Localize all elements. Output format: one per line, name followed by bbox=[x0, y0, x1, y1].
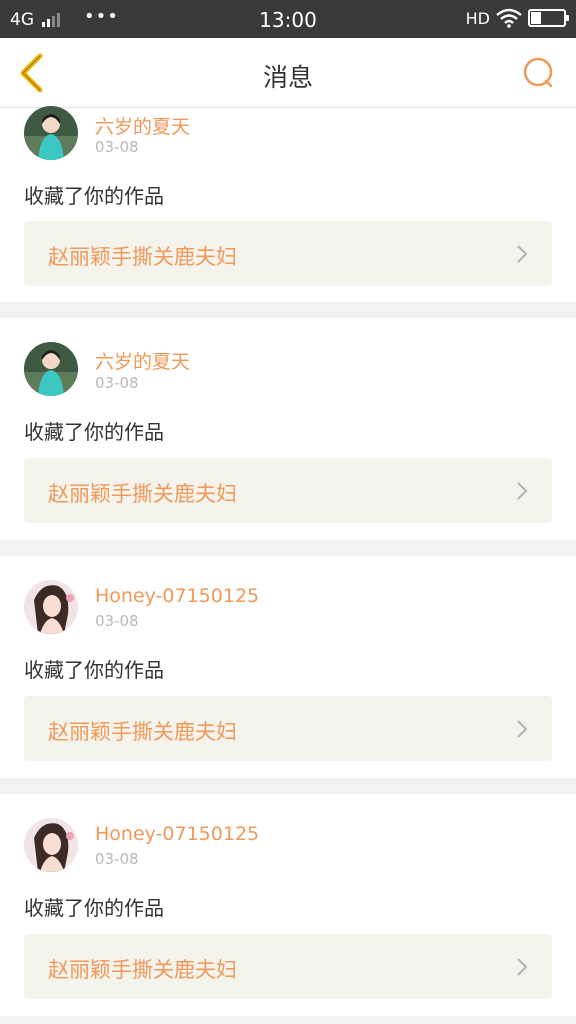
message-date: 03-08 bbox=[95, 138, 139, 156]
page-title: 消息 bbox=[262, 63, 313, 92]
message-action: 收藏了你的作品 bbox=[24, 896, 164, 920]
avatar[interactable] bbox=[24, 106, 78, 160]
message-date: 03-08 bbox=[95, 850, 139, 868]
chevron-right-icon bbox=[517, 958, 528, 976]
message-action: 收藏了你的作品 bbox=[24, 658, 164, 682]
work-title: 赵丽颖手撕关鹿夫妇 bbox=[48, 958, 237, 982]
work-title: 赵丽颖手撕关鹿夫妇 bbox=[48, 720, 237, 744]
username[interactable]: 六岁的夏天 bbox=[95, 347, 190, 374]
work-link[interactable]: 赵丽颖手撕关鹿夫妇 bbox=[24, 458, 552, 523]
avatar[interactable] bbox=[24, 580, 78, 634]
separator bbox=[0, 302, 576, 318]
header: 消息 bbox=[0, 38, 576, 108]
message-action: 收藏了你的作品 bbox=[24, 420, 164, 444]
work-link[interactable]: 赵丽颖手撕关鹿夫妇 bbox=[24, 696, 552, 761]
wifi-icon bbox=[496, 8, 522, 28]
username[interactable]: Honey-07150125 bbox=[95, 823, 259, 845]
username[interactable]: 六岁的夏天 bbox=[95, 112, 190, 139]
status-right: HD bbox=[465, 8, 569, 28]
separator bbox=[0, 778, 576, 794]
chevron-right-icon bbox=[517, 720, 528, 738]
work-link[interactable]: 赵丽颖手撕关鹿夫妇 bbox=[24, 934, 552, 999]
chevron-right-icon bbox=[517, 482, 528, 500]
avatar[interactable] bbox=[24, 342, 78, 396]
message-card: 六岁的夏天 03-08 收藏了你的作品 赵丽颖手撕关鹿夫妇 bbox=[0, 106, 576, 302]
avatar[interactable] bbox=[24, 818, 78, 872]
message-list: 六岁的夏天 03-08 收藏了你的作品 赵丽颖手撕关鹿夫妇 六岁的夏天 03-0… bbox=[0, 106, 576, 1016]
separator bbox=[0, 540, 576, 556]
message-date: 03-08 bbox=[95, 374, 139, 392]
work-title: 赵丽颖手撕关鹿夫妇 bbox=[48, 245, 237, 269]
work-link[interactable]: 赵丽颖手撕关鹿夫妇 bbox=[24, 221, 552, 286]
chevron-right-icon bbox=[517, 245, 528, 263]
battery-icon bbox=[528, 9, 569, 27]
message-card: Honey-07150125 03-08 收藏了你的作品 赵丽颖手撕关鹿夫妇 bbox=[0, 794, 576, 1016]
message-card: 六岁的夏天 03-08 收藏了你的作品 赵丽颖手撕关鹿夫妇 bbox=[0, 318, 576, 540]
message-date: 03-08 bbox=[95, 612, 139, 630]
hd-label: HD bbox=[465, 8, 490, 28]
search-button[interactable] bbox=[522, 56, 556, 90]
work-title: 赵丽颖手撕关鹿夫妇 bbox=[48, 482, 237, 506]
username[interactable]: Honey-07150125 bbox=[95, 585, 259, 607]
message-card: Honey-07150125 03-08 收藏了你的作品 赵丽颖手撕关鹿夫妇 bbox=[0, 556, 576, 778]
status-bar: 4G ••• 13:00 HD bbox=[0, 0, 576, 38]
message-action: 收藏了你的作品 bbox=[24, 184, 164, 208]
